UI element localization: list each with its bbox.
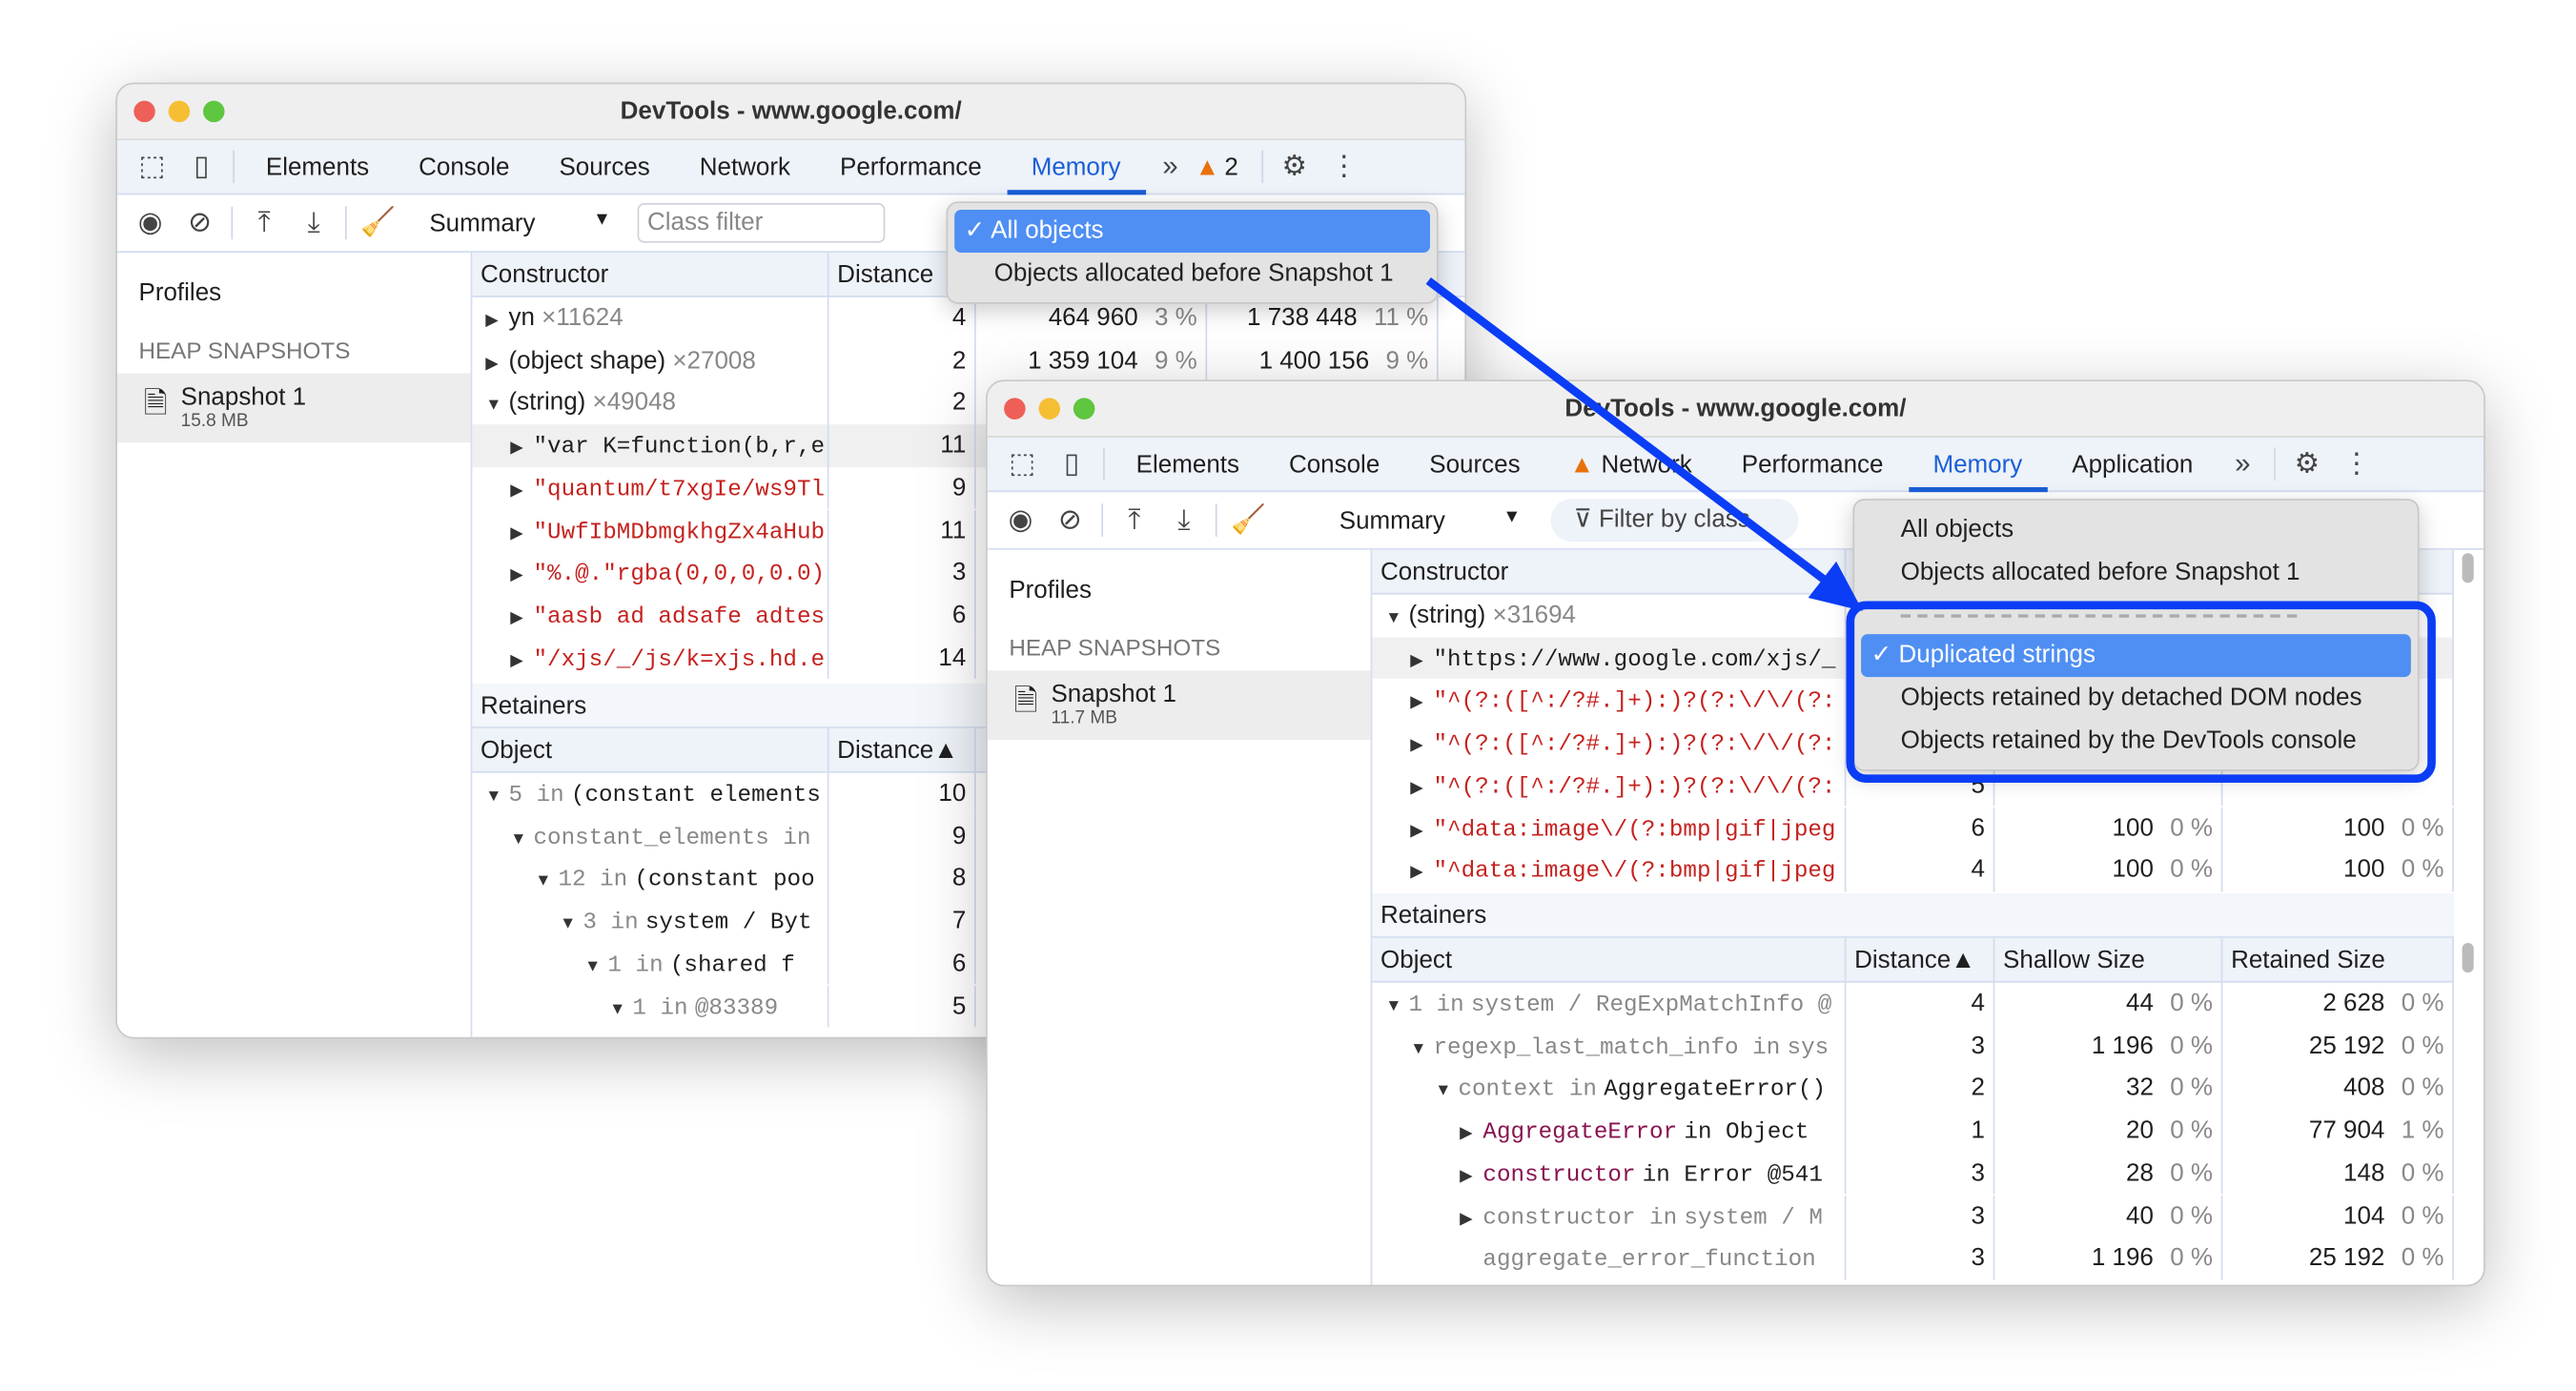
annotation-arrow <box>1425 277 1863 611</box>
